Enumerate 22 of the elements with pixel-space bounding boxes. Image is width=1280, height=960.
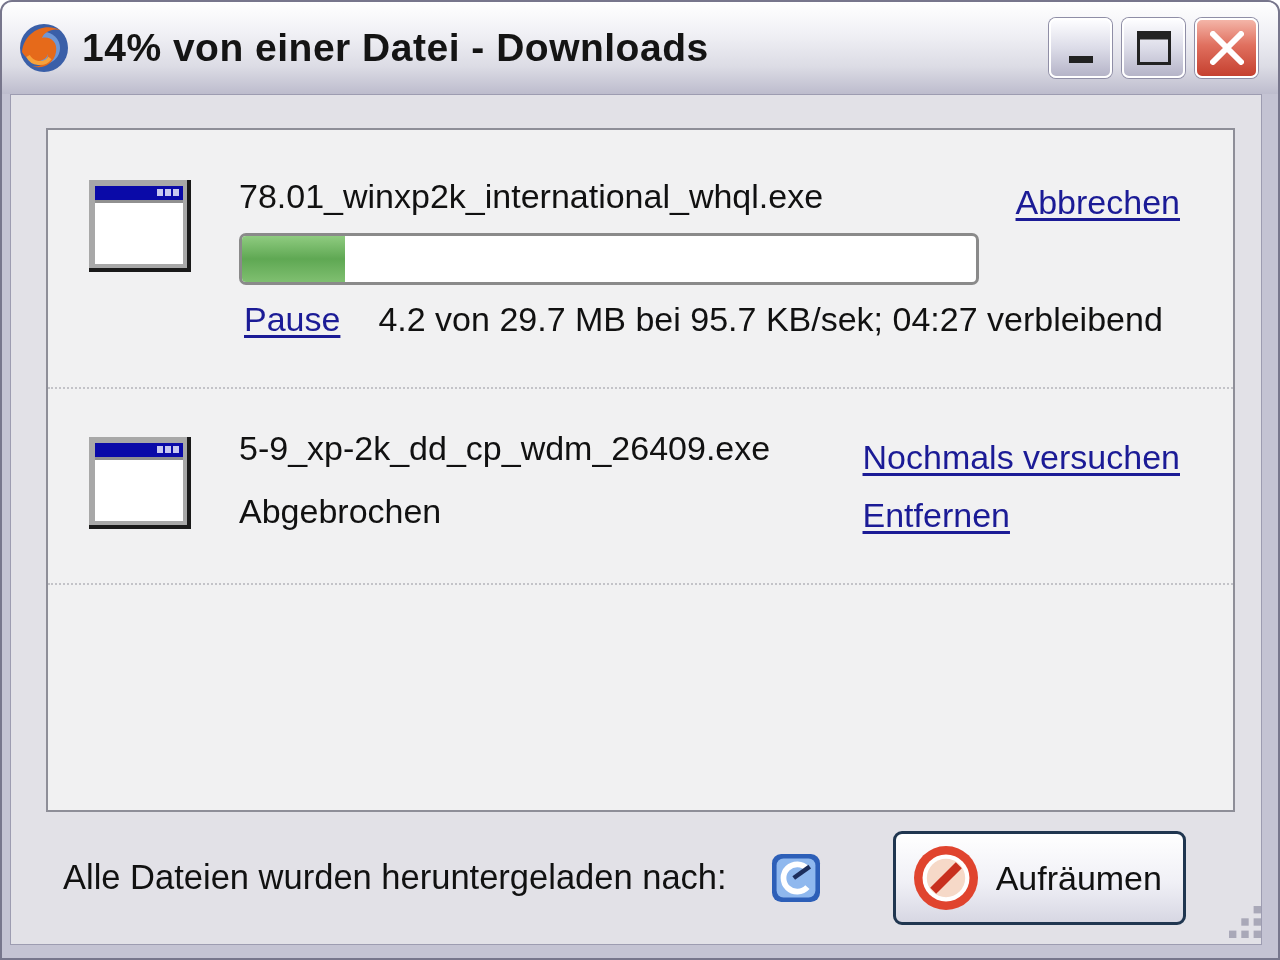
window-icon: [89, 437, 191, 529]
download-folder-label: Alle Dateien wurden heruntergeladen nach:: [63, 857, 727, 899]
maximize-button[interactable]: [1122, 18, 1185, 78]
download-action-link[interactable]: Nochmals versuchen: [862, 437, 1180, 478]
clean-up-button[interactable]: Aufräumen: [892, 831, 1186, 925]
minimize-icon: [1068, 55, 1093, 63]
pause-link[interactable]: Pause: [244, 299, 341, 340]
folder-shortcut-icon[interactable]: [770, 854, 821, 902]
window-title: 14% von einer Datei - Downloads: [82, 24, 709, 71]
close-button[interactable]: [1195, 18, 1258, 78]
download-status: Abgebrochen: [239, 491, 443, 532]
app-logo-icon: [18, 22, 70, 74]
maximize-icon: [1136, 31, 1171, 65]
file-name: 5-9_xp-2k_dd_cp_wdm_26409.exe: [239, 428, 771, 469]
download-status: 4.2 von 29.7 MB bei 95.7 KB/sek; 04:27 verbleibend: [378, 299, 1163, 340]
close-icon: [1209, 31, 1244, 65]
prohibited-icon: [913, 846, 978, 910]
file-name: 78.01_winxp2k_international_whql.exe: [239, 176, 824, 217]
window-icon: [89, 180, 191, 272]
download-action-link[interactable]: Abbrechen: [1015, 182, 1180, 223]
download-action-link[interactable]: Entfernen: [862, 495, 1010, 536]
minimize-button[interactable]: [1049, 18, 1112, 78]
